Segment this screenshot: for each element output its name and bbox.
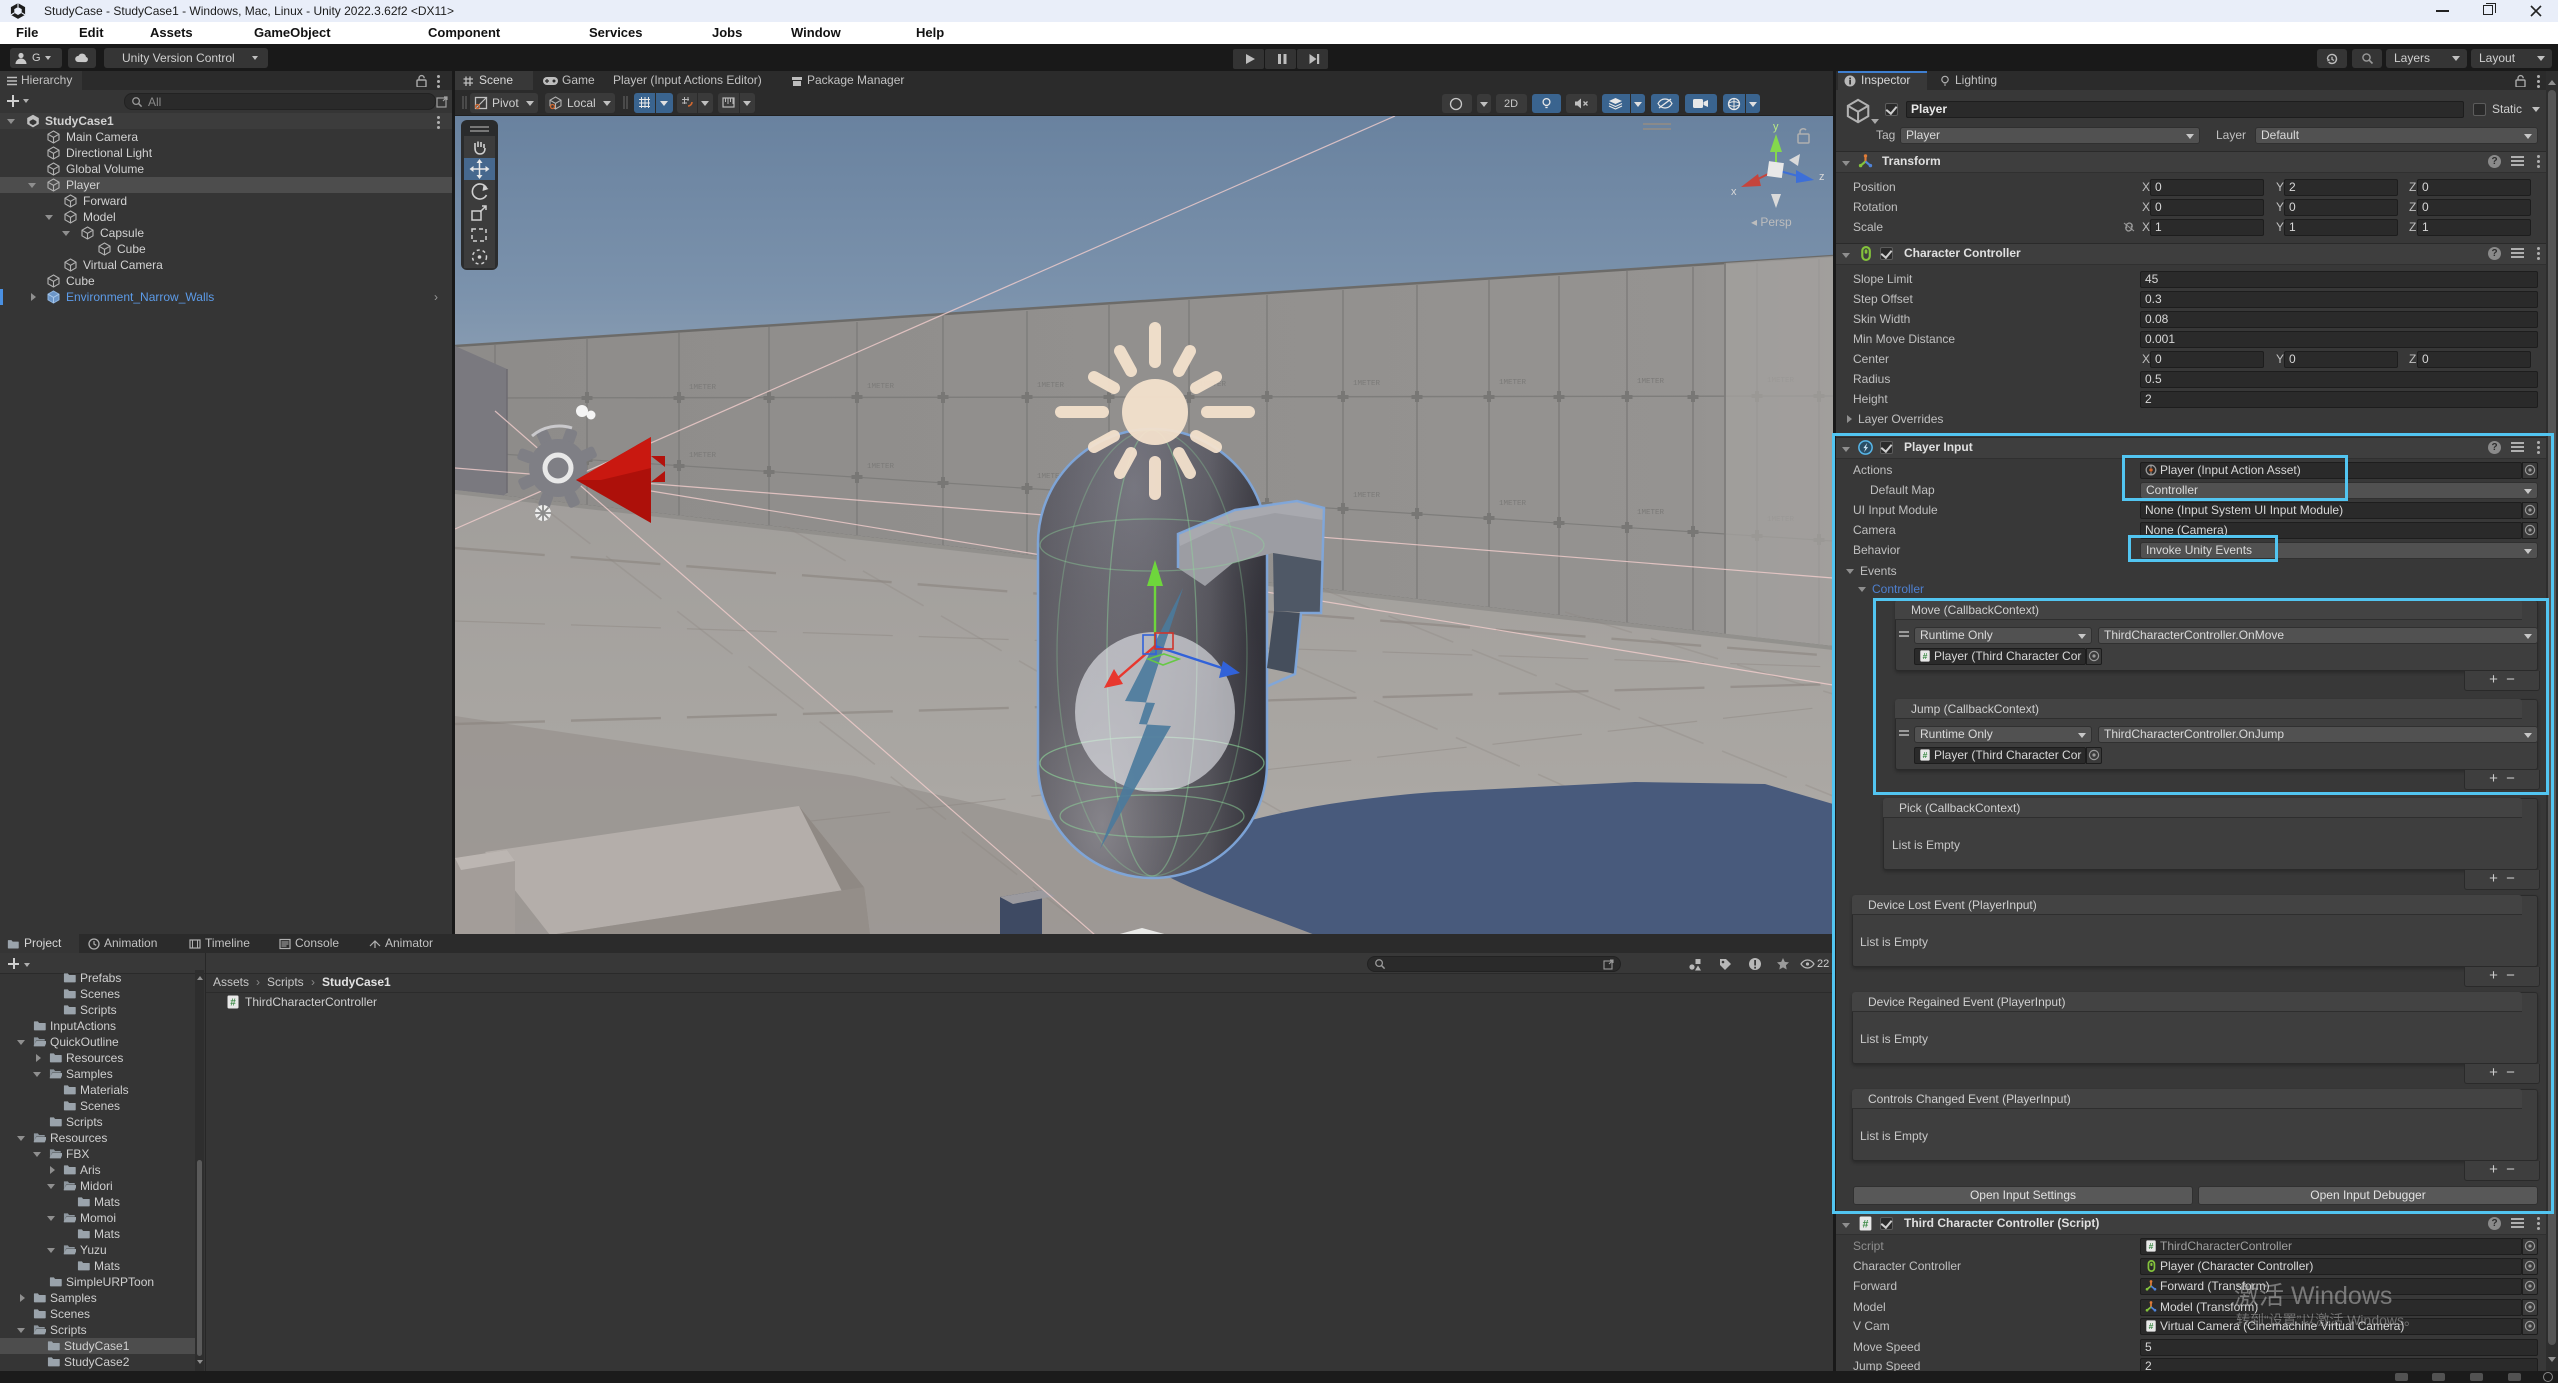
svg-text:1METER: 1METER	[867, 463, 895, 471]
svg-text:1METER: 1METER	[1037, 382, 1065, 390]
svg-text:z: z	[1819, 171, 1825, 183]
svg-text:1METER: 1METER	[867, 383, 895, 391]
svg-text:x: x	[1731, 186, 1737, 198]
svg-text:1METER: 1METER	[1637, 509, 1665, 517]
svg-text:1METER: 1METER	[689, 452, 717, 460]
svg-text:y: y	[1773, 121, 1779, 133]
svg-text:1METER: 1METER	[1499, 379, 1527, 387]
svg-text:1METER: 1METER	[689, 384, 717, 392]
svg-text:◂ Persp: ◂ Persp	[1751, 215, 1792, 229]
svg-text:1METER: 1METER	[1499, 500, 1527, 508]
svg-text:1METER: 1METER	[1353, 492, 1381, 500]
svg-text:1METER: 1METER	[1353, 380, 1381, 388]
svg-text:1METER: 1METER	[1637, 378, 1665, 386]
